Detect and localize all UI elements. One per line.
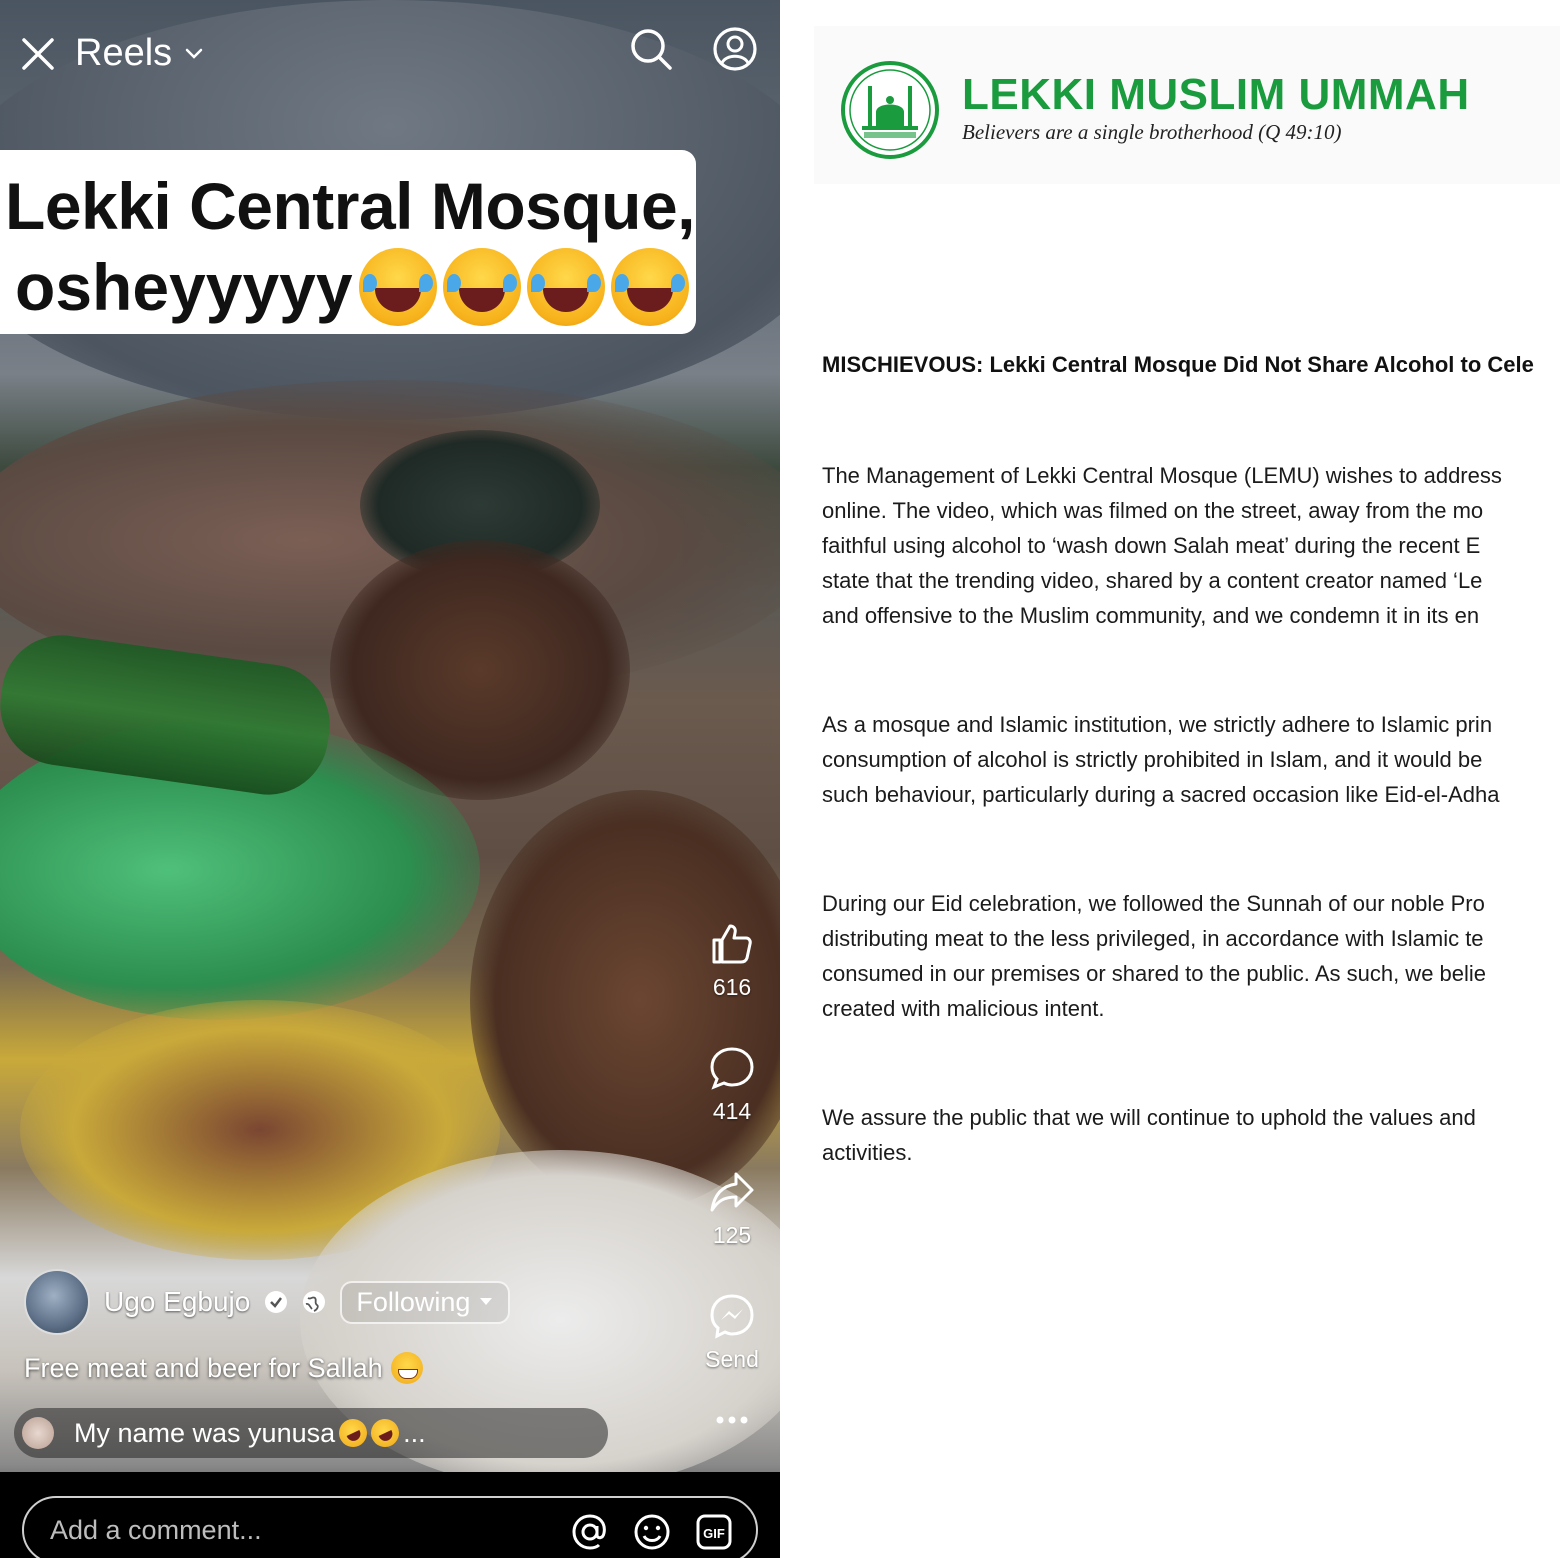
- share-count: 125: [712, 1222, 752, 1248]
- send-label: Send: [705, 1346, 759, 1372]
- paragraph-line: During our Eid celebration, we followed …: [822, 891, 1485, 916]
- paragraph-line: The Management of Lekki Central Mosque (…: [822, 463, 1502, 488]
- emoji-icon[interactable]: [632, 1512, 672, 1552]
- following-button[interactable]: Following: [340, 1280, 511, 1324]
- grinning-emoji-icon: [390, 1352, 423, 1384]
- paragraph-line: activities.: [822, 1140, 913, 1165]
- author-row: Ugo Egbujo Following: [24, 1268, 511, 1336]
- organization-name: LEKKI MUSLIM UMMAH: [962, 70, 1470, 119]
- top-comment-text: My name was yunusa: [74, 1417, 336, 1448]
- laughing-emoji-icon: [526, 248, 605, 326]
- paragraph-line: state that the trending video, shared by…: [822, 568, 1483, 593]
- reels-title: Reels: [75, 32, 173, 74]
- like-button[interactable]: 616: [690, 920, 774, 1001]
- paragraph-2: As a mosque and Islamic institution, we …: [822, 707, 1499, 812]
- comment-button[interactable]: 414: [690, 1044, 774, 1125]
- top-comment-ellipsis: ...: [403, 1417, 426, 1448]
- more-icon: [716, 1416, 748, 1424]
- more-options-button[interactable]: [690, 1410, 774, 1430]
- author-avatar[interactable]: [24, 1269, 90, 1335]
- paragraph-3: During our Eid celebration, we followed …: [822, 886, 1486, 1026]
- organization-motto: Believers are a single brotherhood (Q 49…: [962, 120, 1342, 144]
- like-count: 616: [712, 974, 752, 1000]
- paragraph-line: and offensive to the Muslim community, a…: [822, 603, 1480, 628]
- overlay-caption-line2-text: osheyyyyy: [15, 250, 353, 324]
- author-name[interactable]: Ugo Egbujo: [104, 1286, 250, 1318]
- laughing-emoji-icon: [358, 248, 437, 326]
- comment-icon: [710, 1047, 754, 1090]
- chevron-down-icon: [185, 48, 203, 59]
- send-button[interactable]: Send: [690, 1292, 774, 1373]
- comment-count: 414: [712, 1098, 752, 1124]
- paragraph-line: distributing meat to the less privileged…: [822, 926, 1484, 951]
- comment-input[interactable]: [50, 1512, 550, 1548]
- share-button[interactable]: 125: [690, 1168, 774, 1249]
- paragraph-line: online. The video, which was filmed on t…: [822, 498, 1484, 523]
- paragraph-line: created with malicious intent.: [822, 996, 1105, 1021]
- commenter-avatar: [22, 1417, 54, 1449]
- comment-composer[interactable]: GIF: [22, 1496, 758, 1558]
- globe-icon: [303, 1291, 326, 1313]
- profile-icon[interactable]: [710, 24, 760, 74]
- like-icon: [712, 924, 752, 964]
- reels-viewer[interactable]: Reels Lekki Central Mosque, osheyyyyy 61: [0, 0, 780, 1558]
- mention-icon[interactable]: [570, 1512, 610, 1552]
- post-caption-text: Free meat and beer for Sallah: [24, 1352, 383, 1383]
- paragraph-4: We assure the public that we will contin…: [822, 1100, 1476, 1170]
- mosque-logo-icon: [841, 61, 939, 159]
- paragraph-1: The Management of Lekki Central Mosque (…: [822, 458, 1502, 633]
- post-caption[interactable]: Free meat and beer for Sallah: [24, 1352, 423, 1384]
- reels-title-dropdown[interactable]: Reels: [75, 32, 204, 75]
- laughing-emoji-icon: [610, 248, 689, 326]
- paragraph-line: such behaviour, particularly during a sa…: [822, 782, 1500, 807]
- rofl-emoji-icon: [366, 1414, 404, 1452]
- paragraph-line: consumed in our premises or shared to th…: [822, 961, 1487, 986]
- overlay-caption-line2: osheyyyyy: [15, 248, 689, 326]
- chevron-down-icon: [480, 1298, 493, 1305]
- paragraph-line: consumption of alcohol is strictly prohi…: [822, 747, 1483, 772]
- verified-badge-icon: [265, 1291, 288, 1313]
- press-release-headline: MISCHIEVOUS: Lekki Central Mosque Did No…: [822, 352, 1534, 377]
- laughing-emoji-icon: [442, 248, 521, 326]
- rofl-emoji-icon: [334, 1414, 372, 1452]
- search-icon[interactable]: [626, 24, 676, 74]
- svg-text:GIF: GIF: [703, 1526, 725, 1541]
- share-icon: [710, 1172, 754, 1212]
- following-label: Following: [356, 1286, 471, 1317]
- paragraph-line: faithful using alcohol to ‘wash down Sal…: [822, 533, 1481, 558]
- top-comment-preview[interactable]: My name was yunusa ...: [14, 1408, 608, 1458]
- paragraph-line: As a mosque and Islamic institution, we …: [822, 712, 1493, 737]
- paragraph-line: We assure the public that we will contin…: [822, 1105, 1476, 1130]
- close-icon[interactable]: [20, 36, 56, 72]
- messenger-icon: [710, 1294, 754, 1339]
- reels-header: Reels: [0, 0, 780, 110]
- overlay-caption-line1: Lekki Central Mosque,: [5, 169, 696, 243]
- press-release-document: LEKKI MUSLIM UMMAH Believers are a singl…: [780, 0, 1560, 1558]
- top-comment: My name was yunusa ...: [74, 1414, 426, 1452]
- gif-icon[interactable]: GIF: [694, 1512, 734, 1552]
